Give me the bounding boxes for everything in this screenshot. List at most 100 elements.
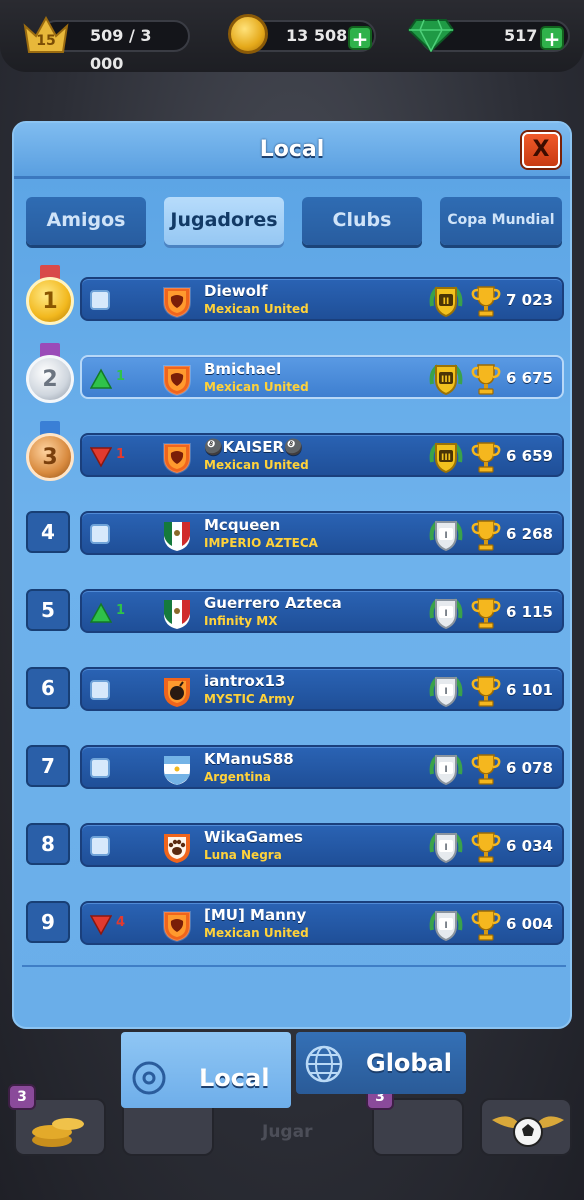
flag-argentina-icon [164,756,190,785]
rank-same-icon [90,758,112,780]
shop-badge: 3 [8,1084,36,1110]
player-name[interactable]: WikaGames [204,828,303,846]
tab-scope-global[interactable]: Global [296,1032,466,1094]
trophy-count: 6 078 [506,759,553,777]
bottom-nav: 3 3 Jugar [0,1050,584,1200]
ranking-row[interactable]: 3 1 🎱KAISER🎱 Mexican United III 6 659 [14,421,570,481]
league-tier-text: I [444,609,447,619]
club-name[interactable]: Luna Negra [204,848,282,862]
rank-same-icon [90,680,112,702]
ranking-row-bar[interactable]: 1 Bmichael Mexican United III 6 675 [80,355,564,399]
silver-medal-icon: 2 [26,343,74,409]
winged-ball-icon [492,1116,564,1147]
add-gems-button[interactable]: + [540,26,564,50]
club-name[interactable]: MYSTIC Army [204,692,294,706]
scope-global-label: Global [366,1049,453,1077]
level-number: 15 [36,33,55,49]
ranking-row-bar[interactable]: 4 [MU] Manny Mexican United I 6 004 [80,901,564,945]
league-tier-text: I [444,531,447,541]
trophy-count: 6 101 [506,681,553,699]
play-label[interactable]: Jugar [262,1122,312,1142]
rank-change: 1 [116,369,126,384]
league-tier-text: III [441,453,451,463]
rank-up-icon [90,368,112,389]
ranking-row-bar[interactable]: WikaGames Luna Negra I 6 034 [80,823,564,867]
player-name[interactable]: Guerrero Azteca [204,594,342,612]
trophy-icon [471,520,501,551]
club-bomb-icon [164,678,190,707]
club-orange-icon [163,443,191,474]
ranking-row-bar[interactable]: 1 Guerrero Azteca Infinity MX I 6 115 [80,589,564,633]
flag-mexico-icon [164,600,190,629]
tab-clubs[interactable]: Clubs [302,197,422,245]
trophy-count: 6 659 [506,447,553,465]
tab-amigos[interactable]: Amigos [26,197,146,245]
ranking-modal: Local X Amigos Jugadores Clubs Copa Mund… [12,121,572,1029]
club-name[interactable]: Mexican United [204,380,309,394]
ranking-row-bar[interactable]: iantrox13 MYSTIC Army I 6 101 [80,667,564,711]
rank-number: 7 [26,745,70,787]
club-orange-icon [163,911,191,942]
player-name[interactable]: 🎱KAISER🎱 [204,438,303,456]
club-name[interactable]: Mexican United [204,458,309,472]
ranking-row[interactable]: 8 WikaGames Luna Negra I 6 034 [14,819,570,869]
ranking-row-bar[interactable]: Mcqueen IMPERIO AZTECA I 6 268 [80,511,564,555]
trophy-icon [471,598,501,629]
rank-number: 9 [26,901,70,943]
trophy-icon [471,442,501,473]
add-coins-button[interactable]: + [348,26,372,50]
player-name[interactable]: Bmichael [204,360,281,378]
player-name[interactable]: KManuS88 [204,750,294,768]
ranking-row[interactable]: 7 KManuS88 Argentina I 6 078 [14,741,570,791]
ranking-row[interactable]: 5 1 Guerrero Azteca Infinity MX I 6 115 [14,585,570,635]
league-tier-text: I [444,843,447,853]
scope-local-label: Local [199,1064,270,1092]
gold-medal-icon: 1 [26,265,74,331]
ranking-row[interactable]: 2 1 Bmichael Mexican United III 6 675 [14,343,570,403]
trophy-count: 6 034 [506,837,553,855]
trophy-icon [471,286,501,317]
player-name[interactable]: Mcqueen [204,516,280,534]
gem-icon [408,19,454,52]
rank-down-icon [90,447,112,468]
trophy-count: 6 004 [506,915,553,933]
tournament-tile[interactable] [480,1098,572,1156]
trophy-icon [471,754,501,785]
ranking-row-bar[interactable]: KManuS88 Argentina I 6 078 [80,745,564,789]
close-button[interactable]: X [522,132,560,168]
gems-value: 517 [504,26,538,45]
ranking-row[interactable]: 4 Mcqueen IMPERIO AZTECA I 6 268 [14,507,570,557]
tab-jugadores[interactable]: Jugadores [164,197,284,245]
level-crown-icon: 15 [23,15,69,53]
club-name[interactable]: Mexican United [204,926,309,940]
club-orange-icon [163,287,191,318]
player-name[interactable]: Diewolf [204,282,268,300]
trophy-count: 6 268 [506,525,553,543]
league-badge-icon: I [429,676,463,708]
medal-rank: 1 [26,277,74,325]
trophy-icon [471,364,501,395]
league-badge-icon: III [429,364,463,396]
player-name[interactable]: [MU] Manny [204,906,306,924]
player-name[interactable]: iantrox13 [204,672,285,690]
list-divider [22,965,566,967]
globe-icon [305,1045,343,1083]
league-badge-icon: I [429,754,463,786]
club-name[interactable]: IMPERIO AZTECA [204,536,318,550]
club-name[interactable]: Infinity MX [204,614,278,628]
rank-number: 4 [26,511,70,553]
modal-header: Local X [14,123,570,179]
tab-copa-mundial[interactable]: Copa Mundial [440,197,562,245]
ranking-row[interactable]: 1 Diewolf Mexican United II 7 023 [14,265,570,325]
ranking-row-bar[interactable]: Diewolf Mexican United II 7 023 [80,277,564,321]
ranking-row-bar[interactable]: 1 🎱KAISER🎱 Mexican United III 6 659 [80,433,564,477]
ranking-row[interactable]: 6 iantrox13 MYSTIC Army I 6 101 [14,663,570,713]
target-icon [132,1061,166,1095]
rank-same-icon [90,524,112,546]
tab-scope-local[interactable]: Local [121,1032,291,1108]
club-name[interactable]: Argentina [204,770,271,784]
ranking-row[interactable]: 9 4 [MU] Manny Mexican United I 6 004 [14,897,570,947]
rank-number: 6 [26,667,70,709]
club-name[interactable]: Mexican United [204,302,309,316]
rank-down-icon [90,915,112,936]
